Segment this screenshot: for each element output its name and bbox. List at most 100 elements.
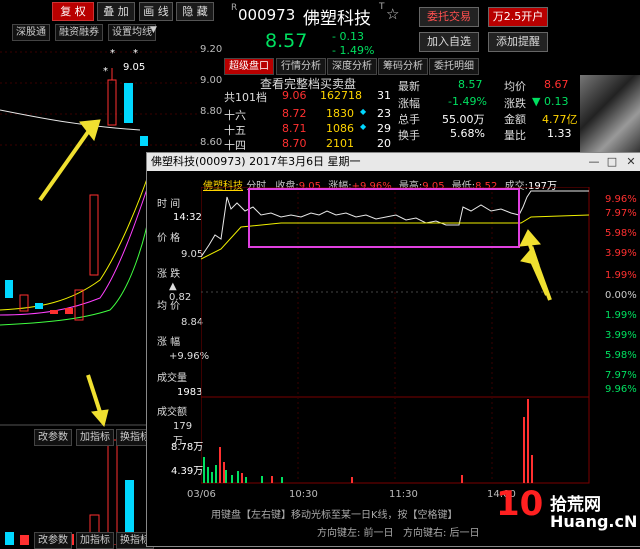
axis-label: 1.99%: [605, 310, 637, 321]
price-change-pct: - 1.49%: [332, 44, 375, 57]
tab-market-analysis[interactable]: 行情分析: [276, 58, 326, 75]
stock-code: 000973: [238, 6, 296, 24]
stat-value: -1.49%: [448, 95, 487, 108]
star-icon: *: [103, 66, 108, 77]
open-account-button[interactable]: 万2.5开户: [488, 7, 548, 27]
add-alert-button[interactable]: 添加提醒: [488, 32, 548, 52]
stat-value: 8.57: [458, 78, 483, 91]
order-count: 31: [377, 89, 391, 102]
minimize-icon[interactable]: —: [587, 155, 601, 169]
star-icon-2: *: [133, 48, 138, 59]
order-count: 29: [377, 122, 391, 135]
pct-label: 涨 幅: [157, 337, 181, 348]
tab-depth-analysis[interactable]: 深度分析: [327, 58, 377, 75]
favorite-star-icon[interactable]: ☆: [386, 5, 399, 23]
ma-settings-tab[interactable]: 设置均线: [108, 24, 156, 41]
time-tick: 11:30: [389, 489, 418, 500]
price-value: 9.05: [181, 249, 204, 260]
watermark: 10 拾荒网 Huang.cN: [494, 484, 638, 540]
order-price: 8.72: [282, 107, 307, 120]
axis-label: 9.96%: [605, 384, 637, 395]
order-label: 十四: [224, 139, 246, 152]
add-indicator-button-2[interactable]: 加指标: [76, 532, 114, 549]
order-label: 共101档: [224, 91, 267, 104]
popup-title-bar[interactable]: 佛塑科技(000973) 2017年3月6日 星期一 — □ ✕: [147, 153, 640, 171]
order-vol: 162718: [320, 89, 362, 102]
stat-key: 最新: [398, 80, 420, 93]
time-label: 时 间: [157, 199, 181, 210]
dropdown-icon[interactable]: ▼: [150, 25, 157, 35]
amount-label: 成交额: [157, 407, 187, 418]
maximize-icon[interactable]: □: [605, 155, 619, 169]
order-vol: 1830: [326, 107, 354, 120]
keyboard-hint-left: 方向键左: 前一日: [317, 528, 394, 539]
tab-order-detail[interactable]: 委托明细: [429, 58, 479, 75]
side-photo: [580, 75, 640, 152]
order-price: 9.06: [282, 89, 307, 102]
order-count: 23: [377, 107, 391, 120]
volume-value: 1983: [177, 387, 203, 398]
stock-name: 佛塑科技: [303, 9, 371, 29]
overlay-button[interactable]: 叠 加: [97, 2, 135, 21]
margin-trading-tab[interactable]: 融资融券: [55, 24, 103, 41]
tab-super-order[interactable]: 超级盘口: [224, 58, 274, 75]
order-dot-icon: ◆: [360, 107, 367, 116]
tab-chip-analysis[interactable]: 筹码分析: [378, 58, 428, 75]
order-price: 8.71: [282, 122, 307, 135]
cursor-info-panel: 时 间 14:32 价 格 9.05 涨 跌 ▲ 0.82 均 价 8.84 涨…: [147, 193, 209, 447]
price-label: 价 格: [157, 233, 181, 244]
add-indicator-button[interactable]: 加指标: [76, 429, 114, 446]
add-watchlist-button[interactable]: 加入自选: [419, 32, 479, 52]
stat-value: 4.77亿: [542, 113, 578, 126]
order-label: 十六: [224, 109, 246, 122]
keyboard-hint-right: 方向键右: 后一日: [403, 528, 480, 539]
edit-param-button[interactable]: 改参数: [34, 429, 72, 446]
star-icon-3: *: [110, 48, 115, 59]
order-label: 十五: [224, 124, 246, 137]
change-label: 涨 跌: [157, 269, 181, 280]
stat-value: 5.68%: [450, 127, 485, 140]
stat-key: 涨幅: [398, 97, 420, 110]
order-dot-icon: ◆: [360, 122, 367, 131]
axis-label: 5.98%: [605, 228, 637, 239]
trade-button[interactable]: 委托交易: [419, 7, 479, 27]
avg-label: 均 价: [157, 301, 181, 312]
stat-value: 1.33: [547, 127, 572, 140]
draw-line-button[interactable]: 画 线: [139, 2, 173, 21]
fuquan-button[interactable]: 复 权: [52, 2, 94, 21]
quote-panel: R 000973 佛塑科技 T ☆ 8.57 - 0.13 - 1.49% 委托…: [220, 0, 640, 152]
watermark-number: 10: [496, 484, 544, 524]
arrow-overlay: [519, 229, 552, 301]
r-badge: R: [231, 3, 238, 13]
axis-label: 0.00%: [605, 290, 637, 301]
time-value: 14:32: [173, 212, 202, 223]
stat-key: 金额: [504, 113, 526, 126]
axis-label: 3.99%: [605, 330, 637, 341]
popup-title: 佛塑科技(000973) 2017年3月6日 星期一: [151, 155, 361, 168]
hide-button[interactable]: 隐 藏: [176, 2, 214, 21]
edit-param-button-2[interactable]: 改参数: [34, 532, 72, 549]
highlight-box: [248, 188, 520, 248]
volume-label: 成交量: [157, 373, 187, 384]
max-price-marker: 9.05: [123, 62, 146, 73]
close-icon[interactable]: ✕: [624, 155, 638, 169]
stat-value: 8.67: [544, 78, 569, 91]
axis-label: 3.99%: [605, 248, 637, 259]
avg-value: 8.84: [181, 317, 204, 328]
stat-key: 量比: [504, 129, 526, 142]
vol-label-high: 8.78万: [171, 442, 204, 453]
arrow-annotation-2: [86, 374, 109, 428]
axis-label: 7.97%: [605, 370, 637, 381]
stat-key: 均价: [504, 80, 526, 93]
watermark-url: Huang.cN: [550, 512, 638, 531]
order-count: 20: [377, 137, 391, 150]
vol-label-mid: 4.39万: [171, 466, 204, 477]
order-vol: 2101: [326, 137, 354, 150]
stat-key: 涨跌: [504, 97, 526, 110]
stat-value: ▼ 0.13: [532, 95, 569, 108]
axis-label: 5.98%: [605, 350, 637, 361]
shenzhen-connect-tab[interactable]: 深股通: [12, 24, 50, 41]
order-price: 8.70: [282, 137, 307, 150]
current-price: 8.57: [265, 30, 308, 52]
stat-key: 总手: [398, 113, 420, 126]
